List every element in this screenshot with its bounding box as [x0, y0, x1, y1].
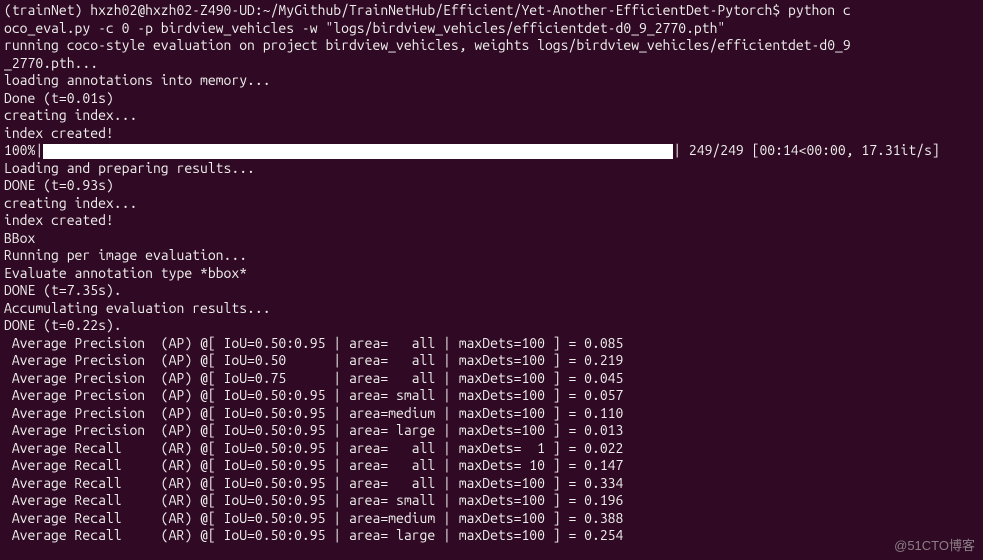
command-text-2: oco_eval.py -c 0 -p birdview_vehicles -w… [4, 20, 725, 36]
output-line: Evaluate annotation type *bbox* [4, 265, 979, 283]
prompt-line-1: (trainNet) hxzh02@hxzh02-Z490-UD:~/MyGit… [4, 2, 979, 20]
output-line: creating index... [4, 195, 979, 213]
command-text-1: python c [788, 2, 851, 18]
progress-suffix: | 249/249 [00:14<00:00, 17.31it/s] [673, 142, 940, 158]
progress-prefix: 100%| [4, 142, 43, 158]
output-line: BBox [4, 230, 979, 248]
output-line: DONE (t=0.93s) [4, 177, 979, 195]
output-line: creating index... [4, 107, 979, 125]
metric-line: Average Precision (AP) @[ IoU=0.50:0.95 … [4, 387, 979, 405]
output-line: running coco-style evaluation on project… [4, 37, 979, 55]
output-line: _2770.pth... [4, 55, 979, 73]
metric-line: Average Recall (AR) @[ IoU=0.50:0.95 | a… [4, 440, 979, 458]
output-line: DONE (t=7.35s). [4, 282, 979, 300]
metric-line: Average Precision (AP) @[ IoU=0.75 | are… [4, 370, 979, 388]
output-line: index created! [4, 212, 979, 230]
metric-line: Average Recall (AR) @[ IoU=0.50:0.95 | a… [4, 527, 979, 545]
prompt-line-2: oco_eval.py -c 0 -p birdview_vehicles -w… [4, 20, 979, 38]
watermark: @51CTO博客 [894, 538, 975, 554]
metric-line: Average Recall (AR) @[ IoU=0.50:0.95 | a… [4, 492, 979, 510]
metric-line: Average Precision (AP) @[ IoU=0.50:0.95 … [4, 405, 979, 423]
progress-bar [43, 144, 673, 159]
metric-line: Average Precision (AP) @[ IoU=0.50:0.95 … [4, 422, 979, 440]
metric-line: Average Precision (AP) @[ IoU=0.50 | are… [4, 352, 979, 370]
output-line: loading annotations into memory... [4, 72, 979, 90]
output-line: Loading and preparing results... [4, 160, 979, 178]
conda-env: (trainNet) [4, 2, 90, 18]
output-line: Done (t=0.01s) [4, 90, 979, 108]
metric-line: Average Precision (AP) @[ IoU=0.50:0.95 … [4, 335, 979, 353]
output-line: index created! [4, 125, 979, 143]
metric-line: Average Recall (AR) @[ IoU=0.50:0.95 | a… [4, 457, 979, 475]
user-host: hxzh02@hxzh02-Z490-UD [90, 2, 255, 18]
output-line: DONE (t=0.22s). [4, 317, 979, 335]
metric-line: Average Recall (AR) @[ IoU=0.50:0.95 | a… [4, 510, 979, 528]
output-line: Running per image evaluation... [4, 247, 979, 265]
progress-line: 100%| | 249/249 [00:14<00:00, 17.31it/s] [4, 142, 979, 160]
output-line: Accumulating evaluation results... [4, 300, 979, 318]
metric-line: Average Recall (AR) @[ IoU=0.50:0.95 | a… [4, 475, 979, 493]
cwd-path: :~/MyGithub/TrainNetHub/Efficient/Yet-An… [255, 2, 788, 18]
